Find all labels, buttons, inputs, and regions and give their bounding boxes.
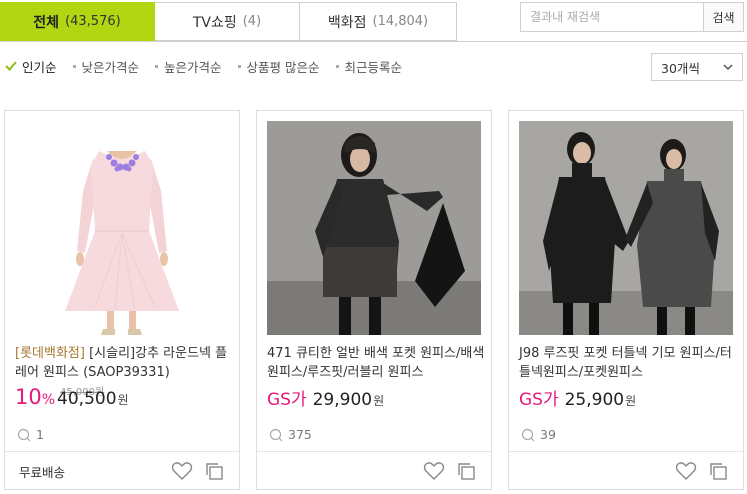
heart-icon[interactable] <box>171 461 193 481</box>
research-input[interactable] <box>521 3 703 31</box>
product-name: 471 큐티한 얼반 배색 포켓 원피스/배색 원피스/루즈핏/러블리 원피스 <box>267 346 485 380</box>
sort-newest[interactable]: 최근등록순 <box>335 57 403 76</box>
tab-dept-label: 백화점 <box>327 14 367 31</box>
tab-tv-label: TV쇼핑 <box>192 14 237 31</box>
comment-icon <box>269 428 283 441</box>
review-count-value: 1 <box>36 427 44 442</box>
currency: 원 <box>373 394 385 408</box>
sort-high-price[interactable]: 높은가격순 <box>155 57 222 76</box>
category-tabs: 전체 (43,576) TV쇼핑 (4) 백화점 (14,804) <box>0 2 457 41</box>
shop-label: [롯데백화점] <box>15 346 85 361</box>
comment-icon <box>521 428 535 441</box>
pink-dress-image <box>15 121 229 335</box>
review-count[interactable]: 39 <box>521 427 556 442</box>
black-dress-model-image <box>267 121 481 335</box>
tab-all[interactable]: 전체 (43,576) <box>0 2 155 41</box>
tab-dept-count: (14,804) <box>372 14 429 29</box>
product-image[interactable] <box>15 121 229 335</box>
discount-unit: % <box>41 392 56 408</box>
tab-tv-shopping[interactable]: TV쇼핑 (4) <box>155 2 300 41</box>
review-count[interactable]: 1 <box>17 427 44 442</box>
turtleneck-dress-models-image <box>519 121 733 335</box>
bullet-icon <box>237 64 241 68</box>
sort-popular[interactable]: 인기순 <box>4 57 57 76</box>
gs-price-badge: GS가 <box>267 390 307 410</box>
divider <box>0 41 747 42</box>
product-title[interactable]: 471 큐티한 얼반 배색 포켓 원피스/배색 원피스/루즈핏/러블리 원피스 <box>267 344 487 382</box>
review-count[interactable]: 375 <box>269 427 312 442</box>
tab-all-count: (43,576) <box>65 14 121 29</box>
search-button[interactable]: 검색 <box>703 3 743 31</box>
heart-icon[interactable] <box>675 461 697 481</box>
tab-tv-count: (4) <box>242 14 262 29</box>
tab-all-label: 전체 <box>33 14 60 31</box>
price-row: GS가 29,900 원 <box>267 385 384 410</box>
sort-low-price-label: 낮은가격순 <box>81 59 140 75</box>
product-name: J98 루즈핏 포켓 터틀넥 기모 원피스/터틀넥원피스/포켓원피스 <box>519 346 732 380</box>
product-image[interactable] <box>267 121 481 335</box>
card-footer: 무료배송 <box>5 451 239 490</box>
per-page-select[interactable]: 30개씩 <box>651 53 743 81</box>
per-page-value: 30개씩 <box>661 60 700 76</box>
copy-icon[interactable] <box>708 461 728 481</box>
sort-most-reviews-label: 상품평 많은순 <box>246 59 320 75</box>
sale-price: 40,500 <box>57 389 117 409</box>
heart-icon[interactable] <box>423 461 445 481</box>
sale-price: 29,900 <box>312 390 373 410</box>
currency: 원 <box>625 394 637 408</box>
comment-icon <box>17 428 31 441</box>
bullet-icon <box>72 64 76 68</box>
currency: 원 <box>117 393 129 407</box>
chevron-down-icon <box>723 64 733 71</box>
product-image[interactable] <box>519 121 733 335</box>
price-row: GS가 25,900 원 <box>519 385 636 410</box>
sort-low-price[interactable]: 낮은가격순 <box>72 57 140 76</box>
sale-price: 25,900 <box>564 390 625 410</box>
product-card[interactable]: 471 큐티한 얼반 배색 포켓 원피스/배색 원피스/루즈핏/러블리 원피스 … <box>256 110 492 490</box>
gs-price-badge: GS가 <box>519 390 559 410</box>
price-row: 10 % 40,500 원 <box>15 385 129 409</box>
product-card[interactable]: [롯데백화점] [시슬리]강추 라운드넥 플레어 원피스 (SAOP39331)… <box>4 110 240 490</box>
sort-bar: 인기순 낮은가격순 높은가격순 상품평 많은순 최근등록순 <box>4 56 418 76</box>
sort-most-reviews[interactable]: 상품평 많은순 <box>237 57 320 76</box>
product-card[interactable]: J98 루즈핏 포켓 터틀넥 기모 원피스/터틀넥원피스/포켓원피스 GS가 2… <box>508 110 744 490</box>
bullet-icon <box>335 64 339 68</box>
bullet-icon <box>155 64 159 68</box>
free-shipping-label: 무료배송 <box>19 465 66 480</box>
copy-icon[interactable] <box>456 461 476 481</box>
sort-newest-label: 최근등록순 <box>344 59 403 75</box>
card-footer <box>509 451 743 490</box>
check-icon <box>5 61 17 71</box>
sort-high-price-label: 높은가격순 <box>164 59 222 75</box>
product-title[interactable]: J98 루즈핏 포켓 터틀넥 기모 원피스/터틀넥원피스/포켓원피스 <box>519 344 739 382</box>
review-count-value: 375 <box>288 427 312 442</box>
product-title[interactable]: [롯데백화점] [시슬리]강추 라운드넥 플레어 원피스 (SAOP39331) <box>15 344 235 382</box>
tab-department-store[interactable]: 백화점 (14,804) <box>300 2 457 41</box>
copy-icon[interactable] <box>204 461 224 481</box>
review-count-value: 39 <box>540 427 556 442</box>
sort-popular-label: 인기순 <box>22 59 57 75</box>
discount-rate: 10 <box>15 385 42 409</box>
research-box: 검색 <box>520 2 744 32</box>
card-footer <box>257 451 491 490</box>
